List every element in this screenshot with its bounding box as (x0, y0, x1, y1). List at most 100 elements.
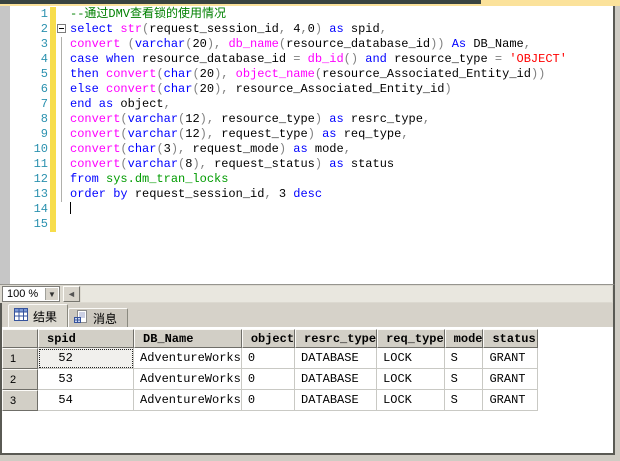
change-tracking-bar (50, 187, 56, 202)
sql-token-keyword: char (127, 142, 157, 156)
grid-cell[interactable]: 0 (241, 390, 296, 411)
sql-token-keyword: as (293, 142, 315, 156)
code-text[interactable] (70, 217, 611, 232)
column-header-object[interactable]: object (241, 329, 296, 348)
grid-cell[interactable]: 0 (241, 369, 296, 390)
code-text[interactable]: --通过DMV查看锁的使用情况 (70, 7, 611, 22)
sql-token-function: str (120, 22, 143, 36)
row-header[interactable]: 2 (2, 369, 38, 390)
grid-cell[interactable]: AdventureWorks (134, 369, 242, 390)
editor-line[interactable]: 13 order by request_session_id, 3 desc (0, 187, 611, 202)
code-text[interactable]: from sys.dm_tran_locks (70, 172, 611, 187)
grid-cell[interactable]: LOCK (377, 348, 445, 369)
sql-token-identifier: 0 (307, 22, 315, 36)
grid-cell[interactable]: AdventureWorks (134, 390, 242, 411)
sql-token-identifier: request_status (214, 157, 315, 171)
tab-messages[interactable]: 消息 (68, 308, 129, 327)
tab-results[interactable]: 结果 (8, 304, 69, 327)
fold-margin (57, 127, 70, 142)
code-text[interactable]: convert(char(3), request_mode) as mode, (70, 142, 611, 157)
change-tracking-bar (50, 7, 56, 22)
sql-token-operator: ) (314, 112, 330, 126)
sql-token-function: db_id (307, 52, 344, 66)
grid-cell[interactable]: LOCK (377, 369, 445, 390)
sql-token-keyword: select (70, 22, 121, 36)
scroll-left-icon: ◄ (67, 289, 76, 299)
sql-token-operator: , (163, 97, 171, 111)
code-text[interactable]: order by request_session_id, 3 desc (70, 187, 611, 202)
horizontal-scrollbar[interactable] (81, 286, 612, 302)
sql-token-identifier: request_type (221, 127, 308, 141)
column-header-DB_Name[interactable]: DB_Name (134, 329, 242, 348)
grid-cell[interactable]: DATABASE (295, 390, 378, 411)
sql-token-operator: ), (214, 67, 236, 81)
sql-token-operator: ) (278, 142, 294, 156)
editor-line[interactable]: 14 (0, 202, 611, 217)
grid-cell[interactable]: S (444, 390, 484, 411)
row-header[interactable]: 1 (2, 348, 38, 369)
sql-token-operator: ( (120, 127, 128, 141)
grid-corner-cell[interactable] (2, 329, 38, 348)
sql-token-operator: ), (192, 157, 215, 171)
zoom-level-select[interactable]: 100 % ▼ (2, 286, 60, 302)
code-text[interactable]: else convert(char(20), resource_Associat… (70, 82, 611, 97)
editor-line[interactable]: 6 else convert(char(20), resource_Associa… (0, 82, 611, 97)
fold-margin (57, 112, 70, 127)
row-header[interactable]: 3 (2, 390, 38, 411)
editor-line[interactable]: 9 convert(varchar(12), request_type) as r… (0, 127, 611, 142)
grid-cell[interactable]: AdventureWorks (134, 348, 242, 369)
editor-line[interactable]: 8 convert(varchar(12), resource_type) as … (0, 112, 611, 127)
editor-line[interactable]: 1 --通过DMV查看锁的使用情况 (0, 7, 611, 22)
grid-cell[interactable]: 54 (38, 390, 134, 411)
code-text[interactable]: convert(varchar(12), resource_type) as r… (70, 112, 611, 127)
column-header-req_type[interactable]: req_type (377, 329, 445, 348)
sql-token-keyword: as (329, 22, 351, 36)
grid-cell[interactable]: GRANT (483, 390, 539, 411)
editor-line[interactable]: 7 end as object, (0, 97, 611, 112)
column-header-mode[interactable]: mode (444, 329, 484, 348)
change-tracking-bar (50, 37, 56, 52)
collapse-region-icon[interactable] (57, 24, 66, 33)
sql-token-operator: , (401, 127, 409, 141)
editor-line[interactable]: 5 then convert(char(20), object_name(reso… (0, 67, 611, 82)
grid-cell[interactable]: GRANT (483, 348, 539, 369)
code-text[interactable]: convert(varchar(12), request_type) as re… (70, 127, 611, 142)
editor-line[interactable]: 10 convert(char(3), request_mode) as mode… (0, 142, 611, 157)
code-text[interactable]: then convert(char(20), object_name(resou… (70, 67, 611, 82)
grid-cell[interactable]: LOCK (377, 390, 445, 411)
sql-token-keyword: then (70, 67, 107, 81)
editor-line[interactable]: 2 select str(request_session_id, 4,0) as … (0, 22, 611, 37)
editor-line[interactable]: 12 from sys.dm_tran_locks (0, 172, 611, 187)
grid-cell[interactable]: 52 (38, 348, 134, 369)
chevron-down-icon[interactable]: ▼ (45, 288, 58, 300)
grid-cell[interactable]: S (444, 348, 484, 369)
fold-margin (57, 37, 70, 52)
sql-token-keyword: char (163, 67, 193, 81)
grid-cell[interactable]: 53 (38, 369, 134, 390)
column-header-status[interactable]: status (483, 329, 539, 348)
grid-cell[interactable]: GRANT (483, 369, 539, 390)
grid-cell[interactable]: DATABASE (295, 348, 378, 369)
editor-line[interactable]: 4 case when resource_database_id = db_id(… (0, 52, 611, 67)
editor-line[interactable]: 11 convert(varchar(8), request_status) as… (0, 157, 611, 172)
editor-line[interactable]: 15 (0, 217, 611, 232)
tab-label: 消息 (93, 311, 118, 326)
sql-editor[interactable]: 1 --通过DMV查看锁的使用情况 2 select str(request_sess… (0, 6, 615, 284)
code-text[interactable]: convert (varchar(20), db_name(resource_d… (70, 37, 611, 52)
scroll-left-button[interactable]: ◄ (63, 286, 80, 302)
sql-token-operator: () (343, 52, 366, 66)
sql-token-operator: )) (430, 37, 452, 51)
grid-cell[interactable]: DATABASE (295, 369, 378, 390)
code-text[interactable]: convert(varchar(8), request_status) as s… (70, 157, 611, 172)
code-text[interactable]: end as object, (70, 97, 611, 112)
sql-token-function: convert (70, 157, 121, 171)
code-text[interactable] (70, 202, 611, 217)
grid-cell[interactable]: S (444, 369, 484, 390)
editor-line[interactable]: 3 convert (varchar(20), db_name(resource_… (0, 37, 611, 52)
column-header-resrc_type[interactable]: resrc_type (295, 329, 378, 348)
column-header-spid[interactable]: spid (38, 329, 134, 348)
code-text[interactable]: case when resource_database_id = db_id()… (70, 52, 611, 67)
grid-cell[interactable]: 0 (241, 348, 296, 369)
code-text[interactable]: select str(request_session_id, 4,0) as s… (70, 22, 611, 37)
sql-token-function: convert (70, 37, 128, 51)
